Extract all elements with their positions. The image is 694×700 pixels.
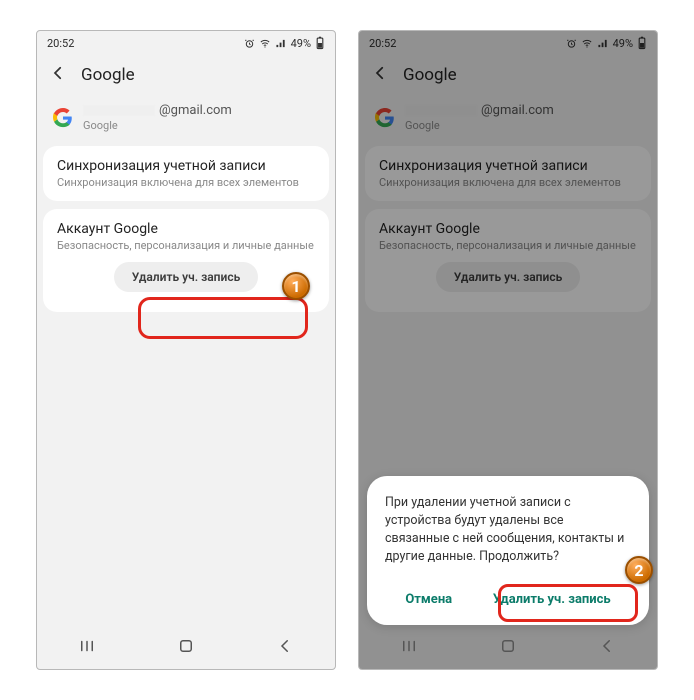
- screen-header: Google: [359, 55, 657, 97]
- google-account-title: Аккаунт Google: [379, 221, 637, 237]
- back-icon[interactable]: [49, 63, 67, 87]
- wifi-icon: [259, 38, 271, 49]
- status-bar: 20:52 49%: [37, 31, 335, 55]
- delete-account-button[interactable]: Удалить уч. запись: [114, 262, 259, 292]
- account-row[interactable]: @gmail.com Google: [37, 97, 335, 146]
- delete-account-button[interactable]: Удалить уч. запись: [436, 262, 581, 292]
- signal-icon: [597, 38, 609, 49]
- google-logo-icon: [375, 108, 395, 128]
- status-battery-text: 49%: [613, 37, 633, 50]
- nav-back-icon[interactable]: [598, 637, 616, 655]
- signal-icon: [275, 38, 287, 49]
- nav-home-icon[interactable]: [499, 637, 517, 655]
- sync-title: Синхронизация учетной записи: [57, 158, 315, 174]
- page-title: Google: [81, 65, 135, 85]
- account-provider: Google: [83, 119, 232, 132]
- nav-home-icon[interactable]: [177, 637, 195, 655]
- status-battery-text: 49%: [291, 37, 311, 50]
- sync-section[interactable]: Синхронизация учетной записи Синхронизац…: [365, 146, 651, 201]
- page-title: Google: [403, 65, 457, 85]
- battery-icon: [315, 36, 325, 50]
- nav-recents-icon[interactable]: [400, 637, 418, 655]
- sync-subtitle: Синхронизация включена для всех элементо…: [57, 176, 315, 189]
- status-time: 20:52: [369, 37, 396, 50]
- account-provider: Google: [405, 119, 554, 132]
- nav-bar: [359, 629, 657, 669]
- dialog-message: При удалении учетной записи с устройства…: [385, 494, 631, 567]
- sync-title: Синхронизация учетной записи: [379, 158, 637, 174]
- callout-badge-1: 1: [282, 272, 310, 300]
- email-local-redacted: [405, 105, 477, 116]
- alarm-icon: [566, 38, 577, 49]
- sync-section[interactable]: Синхронизация учетной записи Синхронизац…: [43, 146, 329, 201]
- sync-subtitle: Синхронизация включена для всех элементо…: [379, 176, 637, 189]
- battery-icon: [637, 36, 647, 50]
- callout-badge-2: 2: [625, 556, 653, 584]
- confirm-dialog: При удалении учетной записи с устройства…: [367, 476, 649, 626]
- nav-recents-icon[interactable]: [78, 637, 96, 655]
- google-logo-icon: [53, 108, 73, 128]
- nav-bar: [37, 629, 335, 669]
- email-suffix: @gmail.com: [159, 103, 232, 118]
- google-account-title: Аккаунт Google: [57, 221, 315, 237]
- dialog-confirm-button[interactable]: Удалить уч. запись: [483, 584, 621, 615]
- screen-header: Google: [37, 55, 335, 97]
- wifi-icon: [581, 38, 593, 49]
- status-time: 20:52: [47, 37, 74, 50]
- google-account-subtitle: Безопасность, персонализация и личные да…: [57, 239, 315, 252]
- account-row[interactable]: @gmail.com Google: [359, 97, 657, 146]
- phone-screen-right: 20:52 49% Google @gmail.com Google Синхр…: [358, 30, 658, 670]
- email-suffix: @gmail.com: [481, 103, 554, 118]
- google-account-section[interactable]: Аккаунт Google Безопасность, персонализа…: [365, 209, 651, 312]
- back-icon[interactable]: [371, 63, 389, 87]
- status-bar: 20:52 49%: [359, 31, 657, 55]
- alarm-icon: [244, 38, 255, 49]
- google-account-subtitle: Безопасность, персонализация и личные да…: [379, 239, 637, 252]
- dialog-cancel-button[interactable]: Отмена: [395, 584, 462, 615]
- nav-back-icon[interactable]: [276, 637, 294, 655]
- email-local-redacted: [83, 105, 155, 116]
- phone-screen-left: 20:52 49% Google @gmail.com Google Синхр…: [36, 30, 336, 670]
